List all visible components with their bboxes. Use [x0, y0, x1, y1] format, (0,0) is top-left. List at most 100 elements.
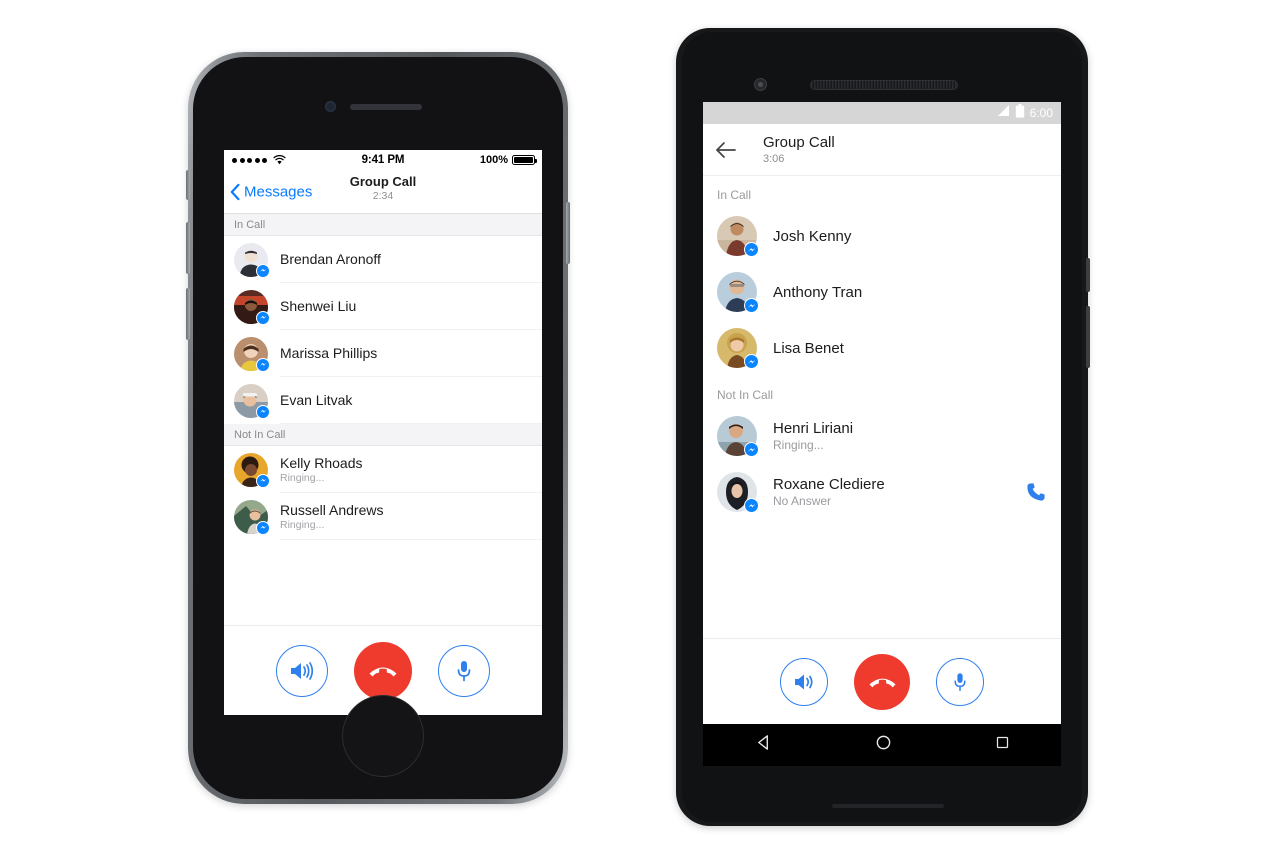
messenger-badge-icon — [256, 404, 270, 419]
avatar — [717, 416, 759, 457]
avatar — [234, 383, 270, 419]
android-screen: 6:00 Group Call 3:06 In Call Josh Kenny … — [703, 102, 1061, 724]
contact-name: Roxane Clediere — [773, 476, 885, 493]
phone-icon — [1027, 483, 1045, 501]
earpiece-speaker — [350, 104, 422, 110]
contact-status: No Answer — [773, 494, 832, 508]
screenshot-canvas: 9:41 PM 100% Messages Group Call 2:34 In… — [0, 0, 1280, 854]
call-title: Group Call — [763, 133, 835, 151]
battery-icon — [1015, 103, 1025, 123]
avatar — [717, 272, 759, 313]
iphone-screen: 9:41 PM 100% Messages Group Call 2:34 In… — [224, 150, 542, 715]
speaker-button[interactable] — [780, 657, 828, 706]
ios-clock: 9:41 PM — [361, 154, 405, 166]
avatar — [717, 328, 759, 369]
list-item[interactable]: Kelly Rhoads Ringing... — [224, 446, 542, 493]
list-item[interactable]: Evan Litvak — [224, 377, 542, 424]
contact-name: Brendan Aronoff — [280, 251, 381, 267]
avatar — [234, 242, 270, 278]
list-item[interactable]: Russell Andrews Ringing... — [224, 493, 542, 540]
ios-status-bar: 9:41 PM 100% — [224, 150, 542, 170]
list-item[interactable]: Lisa Benet — [703, 320, 1061, 376]
contact-name: Evan Litvak — [280, 392, 353, 408]
circle-home-icon — [876, 735, 890, 750]
android-title-block: Group Call 3:06 — [763, 134, 835, 166]
redial-button[interactable] — [1025, 481, 1047, 503]
messenger-badge-icon — [744, 298, 759, 313]
list-item[interactable]: Josh Kenny — [703, 208, 1061, 264]
speaker-button[interactable] — [276, 644, 328, 697]
end-call-button[interactable] — [354, 641, 412, 700]
list-item[interactable]: Shenwei Liu — [224, 283, 542, 330]
messenger-badge-icon — [744, 242, 759, 257]
iphone-device: 9:41 PM 100% Messages Group Call 2:34 In… — [186, 52, 570, 804]
messenger-badge-icon — [256, 263, 270, 278]
contact-name: Shenwei Liu — [280, 298, 357, 314]
android-power-button[interactable] — [1086, 258, 1090, 292]
avatar — [234, 289, 270, 325]
avatar — [234, 452, 270, 488]
battery-icon — [512, 155, 537, 165]
end-call-button[interactable] — [854, 653, 910, 710]
front-camera-icon — [754, 78, 767, 91]
microphone-button[interactable] — [438, 644, 490, 697]
ios-nav-title-block: Group Call 2:34 — [224, 174, 542, 203]
list-item[interactable]: Marissa Phillips — [224, 330, 542, 377]
earpiece-speaker — [810, 80, 958, 90]
section-header-not-in-call: Not In Call — [703, 376, 1061, 408]
android-nav-bar — [703, 724, 1061, 766]
ios-nav-bar: Messages Group Call 2:34 — [224, 170, 542, 214]
iphone-body: 9:41 PM 100% Messages Group Call 2:34 In… — [193, 57, 563, 799]
list-item[interactable]: Henri Liriani Ringing... — [703, 408, 1061, 464]
messenger-badge-icon — [256, 310, 270, 325]
front-camera-icon — [325, 101, 336, 112]
avatar — [717, 472, 759, 513]
android-status-bar: 6:00 — [703, 102, 1061, 124]
android-clock: 6:00 — [1029, 106, 1053, 120]
contact-name: Marissa Phillips — [280, 345, 378, 361]
section-header-not-in-call: Not In Call — [224, 424, 542, 446]
call-duration: 3:06 — [763, 152, 785, 165]
end-call-icon — [868, 678, 896, 687]
speaker-icon — [795, 674, 813, 689]
speaker-icon — [291, 661, 314, 680]
avatar — [234, 336, 270, 372]
android-device: 6:00 Group Call 3:06 In Call Josh Kenny … — [676, 28, 1090, 826]
bottom-speaker-grille — [832, 804, 944, 808]
list-item[interactable]: Brendan Aronoff — [224, 236, 542, 283]
home-button[interactable] — [342, 695, 424, 777]
android-volume-button[interactable] — [1086, 306, 1090, 368]
messenger-badge-icon — [256, 357, 270, 372]
avatar — [717, 216, 759, 257]
messenger-badge-icon — [256, 473, 270, 488]
contact-name: Henri Liriani — [773, 420, 854, 437]
messenger-badge-icon — [256, 520, 270, 535]
signal-icon — [996, 104, 1010, 122]
iphone-volume-down-button[interactable] — [186, 288, 190, 340]
contact-name: Kelly Rhoads — [280, 454, 363, 471]
iphone-mute-switch[interactable] — [186, 170, 190, 200]
contact-name: Lisa Benet — [773, 339, 844, 357]
section-header-in-call: In Call — [703, 176, 1061, 208]
microphone-icon — [954, 672, 966, 691]
contact-status: Ringing... — [280, 518, 325, 531]
android-home-button[interactable] — [875, 734, 892, 756]
iphone-volume-up-button[interactable] — [186, 222, 190, 274]
back-button[interactable] — [715, 141, 745, 159]
avatar — [234, 499, 270, 535]
call-title: Group Call — [349, 174, 417, 189]
microphone-button[interactable] — [936, 657, 984, 706]
android-call-controls — [703, 638, 1061, 724]
arrow-back-icon — [716, 141, 736, 158]
contact-status: Ringing... — [773, 438, 824, 452]
list-item[interactable]: Anthony Tran — [703, 264, 1061, 320]
contact-name: Josh Kenny — [773, 227, 852, 245]
android-recents-button[interactable] — [995, 735, 1010, 755]
contact-name: Russell Andrews — [280, 501, 384, 518]
triangle-back-icon — [757, 735, 768, 750]
iphone-power-button[interactable] — [566, 202, 570, 264]
android-back-button[interactable] — [755, 734, 772, 756]
list-item[interactable]: Roxane Clediere No Answer — [703, 464, 1061, 520]
messenger-badge-icon — [744, 354, 759, 369]
